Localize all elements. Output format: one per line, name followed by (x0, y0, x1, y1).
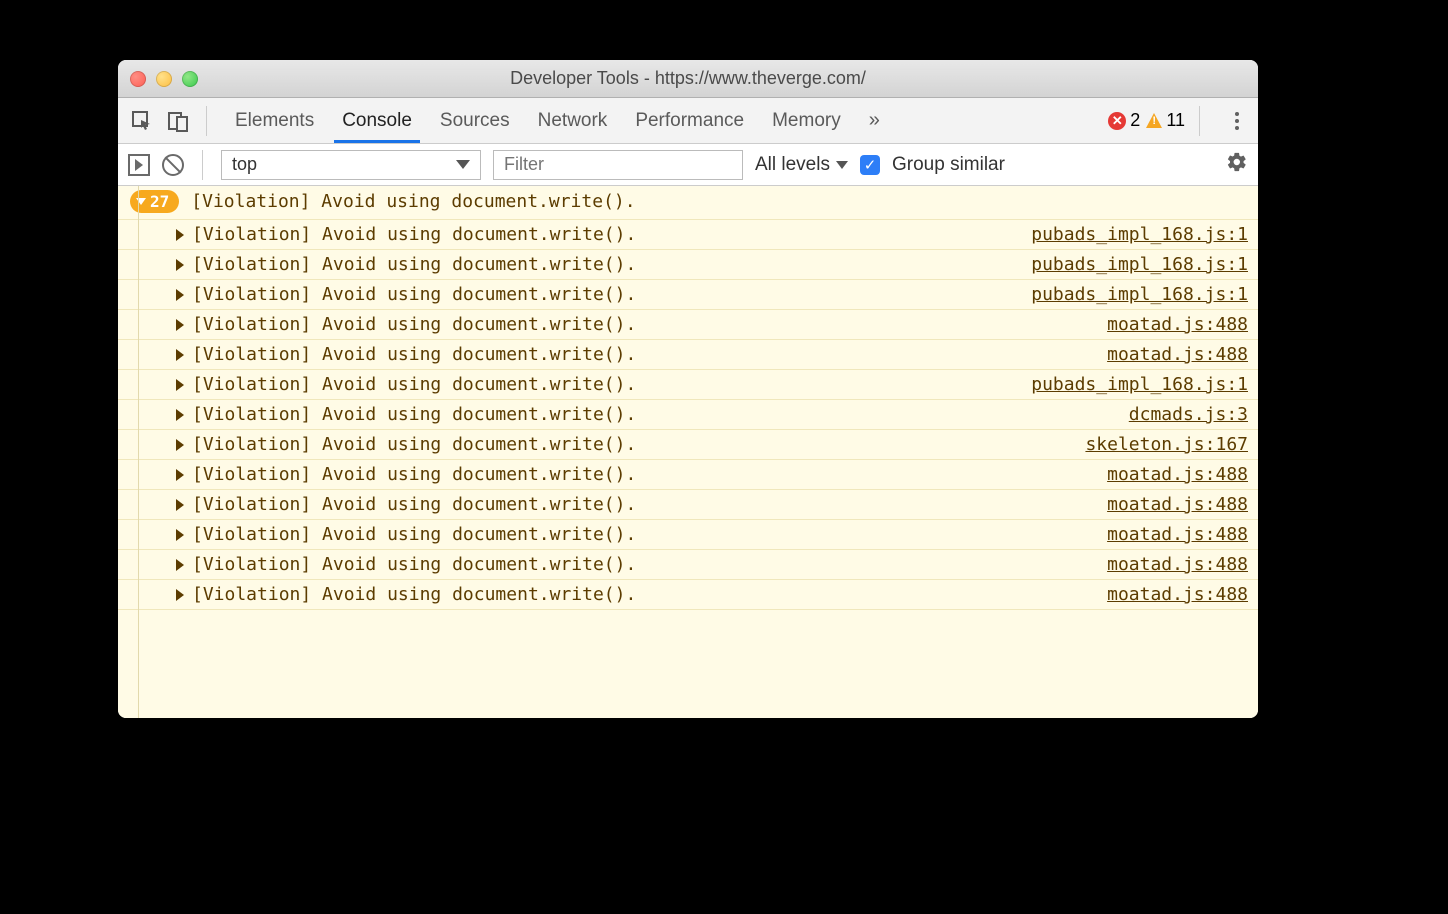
log-levels-selector[interactable]: All levels (755, 154, 848, 176)
console-settings-icon[interactable] (1226, 151, 1248, 179)
clear-console-icon[interactable] (162, 154, 184, 176)
log-source-link[interactable]: moatad.js:488 (1107, 554, 1248, 575)
log-message: [Violation] Avoid using document.write()… (192, 404, 636, 425)
disclosure-triangle-icon[interactable] (176, 289, 184, 301)
log-source-link[interactable]: moatad.js:488 (1107, 464, 1248, 485)
console-log-row[interactable]: [Violation] Avoid using document.write()… (118, 400, 1258, 430)
inspect-element-icon[interactable] (128, 107, 156, 135)
log-source-link[interactable]: pubads_impl_168.js:1 (1031, 374, 1248, 395)
console-log-row[interactable]: [Violation] Avoid using document.write()… (118, 340, 1258, 370)
console-log-row[interactable]: [Violation] Avoid using document.write()… (118, 220, 1258, 250)
error-count-value: 2 (1130, 110, 1140, 131)
titlebar: Developer Tools - https://www.theverge.c… (118, 60, 1258, 98)
log-source-link[interactable]: moatad.js:488 (1107, 494, 1248, 515)
console-log-row[interactable]: [Violation] Avoid using document.write()… (118, 490, 1258, 520)
log-source-link[interactable]: moatad.js:488 (1107, 314, 1248, 335)
log-levels-label: All levels (755, 154, 830, 176)
device-toolbar-icon[interactable] (164, 107, 192, 135)
execution-context-value: top (232, 154, 257, 175)
log-source-link[interactable]: moatad.js:488 (1107, 524, 1248, 545)
tab-memory[interactable]: Memory (758, 98, 855, 143)
console-log-row[interactable]: [Violation] Avoid using document.write()… (118, 460, 1258, 490)
devtools-toolbar: ElementsConsoleSourcesNetworkPerformance… (118, 98, 1258, 144)
minimize-window-button[interactable] (156, 71, 172, 87)
log-message: [Violation] Avoid using document.write()… (192, 494, 636, 515)
log-source-link[interactable]: moatad.js:488 (1107, 344, 1248, 365)
toolbar-separator (1199, 106, 1200, 136)
log-source-link[interactable]: skeleton.js:167 (1085, 434, 1248, 455)
console-filter-input[interactable] (493, 150, 743, 180)
log-message: [Violation] Avoid using document.write()… (192, 374, 636, 395)
disclosure-triangle-icon[interactable] (176, 349, 184, 361)
toolbar-separator (206, 106, 207, 136)
disclosure-triangle-icon[interactable] (176, 319, 184, 331)
console-execution-icon[interactable] (128, 154, 150, 176)
disclosure-triangle-icon[interactable] (176, 259, 184, 271)
console-gutter (138, 186, 139, 718)
disclosure-triangle-icon[interactable] (176, 229, 184, 241)
log-message: [Violation] Avoid using document.write()… (192, 254, 636, 275)
log-message: [Violation] Avoid using document.write()… (192, 314, 636, 335)
disclosure-triangle-icon[interactable] (176, 469, 184, 481)
disclosure-triangle-icon[interactable] (176, 439, 184, 451)
error-count[interactable]: ✕ 2 (1108, 110, 1140, 131)
disclosure-triangle-icon[interactable] (176, 409, 184, 421)
console-log-area: 27 [Violation] Avoid using document.writ… (118, 186, 1258, 718)
status-counts: ✕ 2 11 (1108, 110, 1185, 131)
disclosure-triangle-icon[interactable] (176, 529, 184, 541)
disclosure-triangle-icon[interactable] (176, 379, 184, 391)
chevron-down-icon (456, 160, 470, 169)
devtools-tabs: ElementsConsoleSourcesNetworkPerformance… (221, 98, 855, 143)
log-message: [Violation] Avoid using document.write()… (192, 284, 636, 305)
log-source-link[interactable]: moatad.js:488 (1107, 584, 1248, 605)
more-tabs-button[interactable]: » (863, 109, 886, 132)
log-source-link[interactable]: pubads_impl_168.js:1 (1031, 254, 1248, 275)
log-message: [Violation] Avoid using document.write()… (192, 224, 636, 245)
console-log-row[interactable]: [Violation] Avoid using document.write()… (118, 550, 1258, 580)
zoom-window-button[interactable] (182, 71, 198, 87)
window-title: Developer Tools - https://www.theverge.c… (118, 68, 1258, 89)
log-message: [Violation] Avoid using document.write()… (192, 584, 636, 605)
console-log-row[interactable]: [Violation] Avoid using document.write()… (118, 370, 1258, 400)
subbar-separator (202, 150, 203, 180)
console-log-row[interactable]: [Violation] Avoid using document.write()… (118, 430, 1258, 460)
disclosure-triangle-icon[interactable] (176, 589, 184, 601)
log-message: [Violation] Avoid using document.write()… (192, 554, 636, 575)
tab-sources[interactable]: Sources (426, 98, 524, 143)
disclosure-triangle-icon[interactable] (176, 559, 184, 571)
log-source-link[interactable]: pubads_impl_168.js:1 (1031, 284, 1248, 305)
log-message: [Violation] Avoid using document.write()… (192, 524, 636, 545)
devtools-window: Developer Tools - https://www.theverge.c… (118, 60, 1258, 718)
disclosure-triangle-icon[interactable] (176, 499, 184, 511)
log-message: [Violation] Avoid using document.write()… (192, 434, 636, 455)
traffic-lights (130, 71, 198, 87)
close-window-button[interactable] (130, 71, 146, 87)
console-log-row[interactable]: [Violation] Avoid using document.write()… (118, 580, 1258, 610)
tab-console[interactable]: Console (328, 98, 426, 143)
warning-icon (1146, 113, 1162, 128)
console-log-row[interactable]: [Violation] Avoid using document.write()… (118, 310, 1258, 340)
tab-network[interactable]: Network (524, 98, 622, 143)
console-log-row[interactable]: [Violation] Avoid using document.write()… (118, 520, 1258, 550)
console-log-row[interactable]: [Violation] Avoid using document.write()… (118, 250, 1258, 280)
log-source-link[interactable]: pubads_impl_168.js:1 (1031, 224, 1248, 245)
tab-performance[interactable]: Performance (621, 98, 758, 143)
console-group-header[interactable]: 27 [Violation] Avoid using document.writ… (118, 186, 1258, 220)
devtools-menu-button[interactable] (1226, 112, 1248, 130)
group-similar-checkbox[interactable]: ✓ (860, 155, 880, 175)
warning-count[interactable]: 11 (1146, 110, 1185, 131)
error-icon: ✕ (1108, 112, 1126, 130)
warning-count-value: 11 (1166, 110, 1185, 131)
log-message: [Violation] Avoid using document.write()… (192, 344, 636, 365)
console-subbar: top All levels ✓ Group similar (118, 144, 1258, 186)
group-count-value: 27 (150, 192, 169, 211)
group-message: [Violation] Avoid using document.write()… (191, 191, 635, 212)
console-log-row[interactable]: [Violation] Avoid using document.write()… (118, 280, 1258, 310)
execution-context-selector[interactable]: top (221, 150, 481, 180)
log-message: [Violation] Avoid using document.write()… (192, 464, 636, 485)
group-similar-label[interactable]: Group similar (892, 154, 1005, 176)
chevron-down-icon (836, 161, 848, 169)
log-source-link[interactable]: dcmads.js:3 (1129, 404, 1248, 425)
tab-elements[interactable]: Elements (221, 98, 328, 143)
